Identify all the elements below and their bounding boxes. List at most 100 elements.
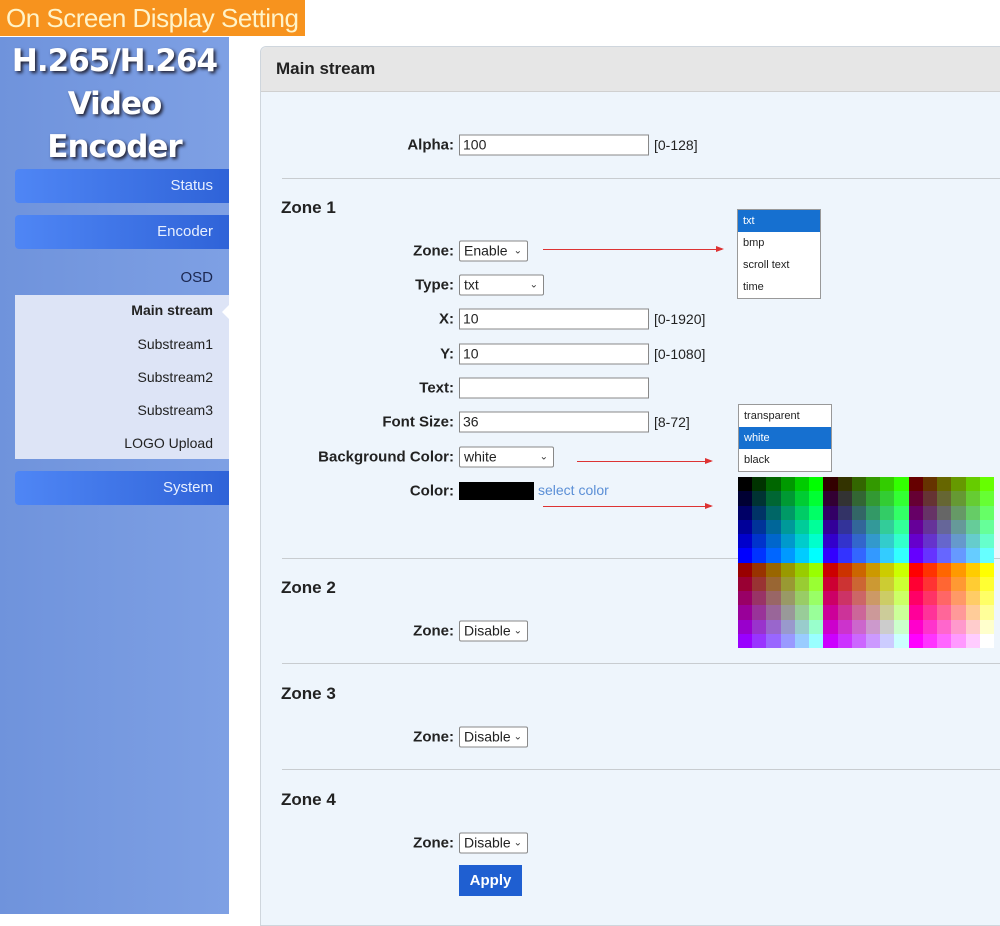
- palette-swatch[interactable]: [837, 591, 852, 606]
- palette-swatch[interactable]: [965, 562, 980, 577]
- palette-swatch[interactable]: [866, 576, 881, 591]
- palette-swatch[interactable]: [809, 605, 824, 620]
- palette-swatch[interactable]: [866, 491, 881, 506]
- palette-swatch[interactable]: [809, 505, 824, 520]
- zone1-zone-select[interactable]: Enable ⌄: [459, 240, 528, 262]
- palette-swatch[interactable]: [965, 519, 980, 534]
- palette-swatch[interactable]: [937, 505, 952, 520]
- palette-swatch[interactable]: [965, 505, 980, 520]
- palette-swatch[interactable]: [794, 562, 810, 577]
- bg-option-transparent[interactable]: transparent: [739, 405, 831, 427]
- palette-swatch[interactable]: [894, 519, 909, 534]
- palette-swatch[interactable]: [965, 605, 980, 620]
- bg-option-black[interactable]: black: [739, 449, 831, 471]
- x-input[interactable]: 10: [459, 308, 649, 330]
- palette-swatch[interactable]: [794, 619, 810, 634]
- text-input[interactable]: [459, 377, 649, 399]
- palette-swatch[interactable]: [979, 491, 994, 506]
- palette-swatch[interactable]: [922, 477, 938, 492]
- nav-encoder[interactable]: Encoder: [15, 215, 229, 249]
- palette-swatch[interactable]: [766, 562, 781, 577]
- palette-swatch[interactable]: [894, 591, 909, 606]
- palette-swatch[interactable]: [837, 477, 852, 492]
- y-input[interactable]: 10: [459, 343, 649, 365]
- palette-swatch[interactable]: [880, 562, 895, 577]
- palette-swatch[interactable]: [880, 576, 895, 591]
- palette-swatch[interactable]: [880, 619, 895, 634]
- palette-swatch[interactable]: [766, 519, 781, 534]
- palette-swatch[interactable]: [951, 591, 966, 606]
- palette-swatch[interactable]: [766, 591, 781, 606]
- palette-swatch[interactable]: [738, 519, 753, 534]
- palette-swatch[interactable]: [794, 605, 810, 620]
- palette-swatch[interactable]: [965, 633, 980, 648]
- palette-swatch[interactable]: [965, 548, 980, 563]
- palette-swatch[interactable]: [809, 562, 824, 577]
- palette-swatch[interactable]: [908, 562, 923, 577]
- palette-swatch[interactable]: [794, 576, 810, 591]
- palette-swatch[interactable]: [823, 505, 838, 520]
- palette-swatch[interactable]: [766, 491, 781, 506]
- palette-swatch[interactable]: [908, 633, 923, 648]
- palette-swatch[interactable]: [780, 576, 795, 591]
- palette-swatch[interactable]: [809, 619, 824, 634]
- palette-swatch[interactable]: [851, 477, 866, 492]
- palette-swatch[interactable]: [965, 619, 980, 634]
- palette-swatch[interactable]: [851, 519, 866, 534]
- palette-swatch[interactable]: [837, 534, 852, 549]
- palette-swatch[interactable]: [866, 519, 881, 534]
- nav-osd[interactable]: OSD: [15, 262, 229, 294]
- palette-swatch[interactable]: [866, 619, 881, 634]
- palette-swatch[interactable]: [937, 562, 952, 577]
- palette-swatch[interactable]: [823, 576, 838, 591]
- palette-swatch[interactable]: [937, 534, 952, 549]
- palette-swatch[interactable]: [780, 633, 795, 648]
- palette-swatch[interactable]: [894, 605, 909, 620]
- palette-swatch[interactable]: [922, 562, 938, 577]
- palette-swatch[interactable]: [837, 619, 852, 634]
- palette-swatch[interactable]: [780, 534, 795, 549]
- palette-swatch[interactable]: [937, 519, 952, 534]
- palette-swatch[interactable]: [979, 605, 994, 620]
- palette-swatch[interactable]: [866, 477, 881, 492]
- palette-swatch[interactable]: [880, 519, 895, 534]
- palette-swatch[interactable]: [880, 548, 895, 563]
- palette-swatch[interactable]: [738, 477, 753, 492]
- palette-swatch[interactable]: [794, 534, 810, 549]
- palette-swatch[interactable]: [738, 633, 753, 648]
- palette-swatch[interactable]: [837, 633, 852, 648]
- type-option-time[interactable]: time: [738, 276, 820, 298]
- palette-swatch[interactable]: [766, 605, 781, 620]
- palette-swatch[interactable]: [880, 591, 895, 606]
- palette-swatch[interactable]: [965, 491, 980, 506]
- bg-option-white[interactable]: white: [739, 427, 831, 449]
- palette-swatch[interactable]: [823, 591, 838, 606]
- palette-swatch[interactable]: [752, 633, 767, 648]
- palette-swatch[interactable]: [880, 633, 895, 648]
- palette-swatch[interactable]: [922, 491, 938, 506]
- palette-swatch[interactable]: [880, 477, 895, 492]
- type-option-bmp[interactable]: bmp: [738, 232, 820, 254]
- palette-swatch[interactable]: [979, 576, 994, 591]
- palette-swatch[interactable]: [738, 576, 753, 591]
- nav-substream3[interactable]: Substream3: [138, 402, 213, 418]
- palette-swatch[interactable]: [922, 591, 938, 606]
- palette-swatch[interactable]: [738, 548, 753, 563]
- palette-swatch[interactable]: [965, 477, 980, 492]
- palette-swatch[interactable]: [823, 605, 838, 620]
- palette-swatch[interactable]: [937, 548, 952, 563]
- palette-swatch[interactable]: [894, 534, 909, 549]
- palette-swatch[interactable]: [851, 633, 866, 648]
- palette-swatch[interactable]: [738, 534, 753, 549]
- nav-substream1[interactable]: Substream1: [138, 336, 213, 352]
- nav-logo-upload[interactable]: LOGO Upload: [124, 435, 213, 451]
- palette-swatch[interactable]: [752, 548, 767, 563]
- palette-swatch[interactable]: [922, 605, 938, 620]
- palette-swatch[interactable]: [851, 605, 866, 620]
- palette-swatch[interactable]: [965, 534, 980, 549]
- palette-swatch[interactable]: [908, 477, 923, 492]
- palette-swatch[interactable]: [752, 562, 767, 577]
- palette-swatch[interactable]: [823, 491, 838, 506]
- palette-swatch[interactable]: [851, 491, 866, 506]
- palette-swatch[interactable]: [738, 605, 753, 620]
